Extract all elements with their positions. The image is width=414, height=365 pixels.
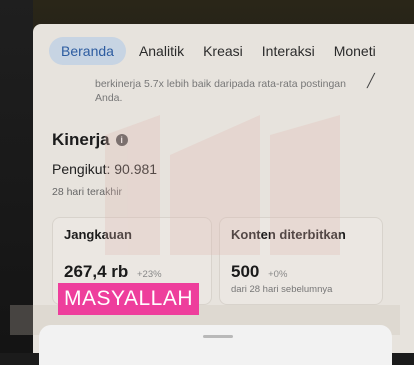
bottom-sheet[interactable] (39, 325, 392, 365)
reach-card-title: Jangkauan (64, 227, 132, 242)
tab-interaksi[interactable]: Interaksi (262, 43, 315, 59)
performance-notice: berkinerja 5.7x lebih baik daripada rata… (95, 78, 346, 104)
section-title: Kinerja i (52, 130, 128, 150)
arrow-icon[interactable]: ╱ (367, 73, 377, 88)
info-icon[interactable]: i (115, 134, 128, 146)
published-card-value-row: 500 +0% (231, 262, 287, 282)
published-delta: +0% (268, 269, 288, 280)
reach-value: 267,4 rb (64, 262, 129, 281)
video-caption: MASYALLAH (58, 283, 199, 315)
published-content-card[interactable]: Konten diterbitkan 500 +0% dari 28 hari … (219, 217, 383, 305)
tab-analitik[interactable]: Analitik (139, 43, 184, 59)
section-title-text: Kinerja (52, 130, 110, 149)
published-card-title: Konten diterbitkan (231, 227, 346, 242)
period-label: 28 hari terakhir (52, 186, 123, 198)
tab-beranda[interactable]: Beranda (49, 37, 126, 65)
published-value: 500 (231, 262, 260, 281)
tab-monetisasi[interactable]: Moneti (334, 43, 376, 59)
left-dark-edge (0, 0, 33, 353)
sheet-drag-handle[interactable] (203, 335, 233, 338)
tab-kreasi[interactable]: Kreasi (203, 43, 243, 59)
reach-delta: +23% (137, 269, 162, 280)
tab-bar: Beranda Analitik Kreasi Interaksi Moneti (33, 34, 395, 68)
followers-count: Pengikut: 90.981 (52, 161, 158, 177)
published-card-sub: dari 28 hari sebelumnya (231, 284, 333, 295)
reach-card-value-row: 267,4 rb +23% (64, 262, 162, 282)
